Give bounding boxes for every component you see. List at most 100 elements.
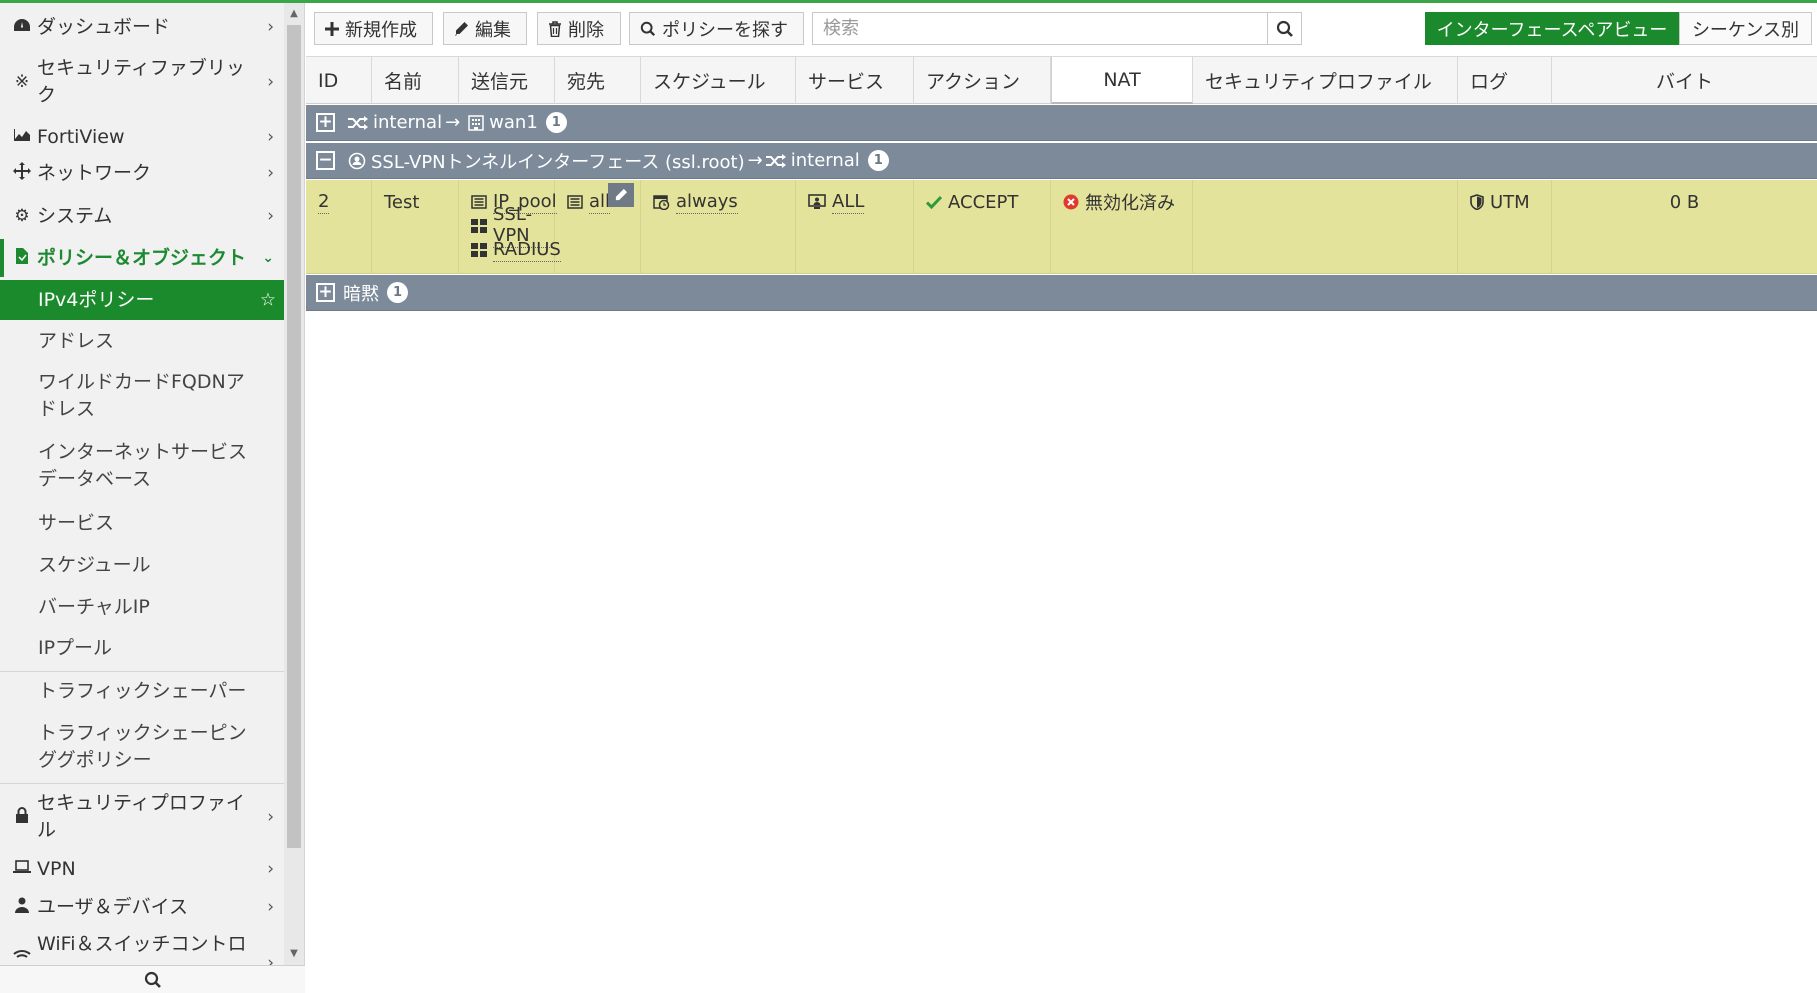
sidebar-item-system[interactable]: ⚙ システム › <box>0 200 284 232</box>
policy-group-sslvpn-internal[interactable]: − SSL-VPNトンネルインターフェース (ssl.root) → inter… <box>306 143 1817 179</box>
sidebar-subitem-address[interactable]: アドレス <box>0 323 284 359</box>
service-icon <box>808 194 826 210</box>
scroll-up-icon[interactable]: ▲ <box>284 5 304 23</box>
sidebar-item-wifi-switch[interactable]: WiFi＆スイッチコントロ › <box>0 931 284 965</box>
address-list-icon <box>567 195 583 209</box>
policy-id[interactable]: 2 <box>318 191 330 214</box>
destination-address[interactable]: all <box>589 191 611 214</box>
user-group-icon <box>471 219 487 233</box>
cell-name: Test <box>372 180 459 274</box>
scrollbar-thumb[interactable] <box>287 25 301 848</box>
sidebar-item-vpn[interactable]: VPN › <box>0 853 284 885</box>
arrow-right-icon: → <box>445 112 461 133</box>
search-input[interactable] <box>813 13 1269 44</box>
column-header-log[interactable]: ログ <box>1458 57 1552 104</box>
sidebar-subitem-label: アドレス <box>38 329 115 352</box>
column-header-bytes[interactable]: バイト <box>1552 57 1817 104</box>
service-value[interactable]: ALL <box>832 191 865 214</box>
sidebar-subitem-traffic-shaping-policy[interactable]: トラフィックシェーピンググポリシー <box>0 716 284 778</box>
sidebar-subitem-schedule[interactable]: スケジュール <box>0 547 284 583</box>
sidebar-item-label: ダッシュボード <box>37 15 171 38</box>
sidebar-subitem-traffic-shaper[interactable]: トラフィックシェーパー <box>0 673 284 709</box>
lock-icon <box>7 806 37 828</box>
nat-value: 無効化済み <box>1085 193 1175 214</box>
sidebar-subitem-internet-service-db[interactable]: インターネットサービスデータベース <box>0 435 284 497</box>
sidebar-divider <box>0 783 284 784</box>
sidebar-subitem-label: バーチャルIP <box>38 595 150 618</box>
group-to: internal <box>790 150 860 171</box>
source-group[interactable]: RADIUS <box>493 239 561 262</box>
table-row[interactable]: 2 Test IP_pool SSL-VPN RADIUS all always… <box>306 180 1817 274</box>
laptop-icon <box>7 859 37 879</box>
column-header-security-profiles[interactable]: セキュリティプロファイル <box>1193 57 1458 104</box>
search-icon <box>1276 20 1293 37</box>
cell-source: IP_pool SSL-VPN RADIUS <box>459 180 561 274</box>
log-value: UTM <box>1490 191 1530 213</box>
sidebar-subitem-wildcard-fqdn[interactable]: ワイルドカードFQDNアドレス <box>0 365 284 427</box>
sidebar-scrollbar[interactable]: ▲ ▼ <box>284 3 304 965</box>
edit-button[interactable]: 編集 <box>443 12 527 45</box>
sidebar-item-user-device[interactable]: ユーザ＆デバイス › <box>0 891 284 923</box>
interface-pair-view-button[interactable]: インターフェースペアビュー <box>1425 12 1679 45</box>
group-to: wan1 <box>489 112 538 133</box>
sidebar-subitem-service[interactable]: サービス <box>0 505 284 541</box>
sidebar-item-policy-objects[interactable]: ポリシー＆オブジェクト ⌄ <box>0 239 284 277</box>
column-header-destination[interactable]: 宛先 <box>555 57 641 104</box>
sidebar-item-label: ポリシー＆オブジェクト <box>37 246 247 269</box>
expand-icon[interactable]: + <box>316 283 335 302</box>
calendar-clock-icon <box>653 194 670 210</box>
scroll-down-icon[interactable]: ▼ <box>284 945 304 963</box>
sidebar-subitem-label: トラフィックシェーピンググポリシー <box>38 722 247 771</box>
policy-icon <box>7 247 37 270</box>
search-submit-button[interactable] <box>1267 13 1301 44</box>
search-field <box>812 12 1302 45</box>
star-icon[interactable]: ☆ <box>260 287 276 314</box>
schedule-value[interactable]: always <box>676 191 738 214</box>
sidebar-search-button[interactable] <box>0 965 305 993</box>
sidebar-subitem-virtual-ip[interactable]: バーチャルIP <box>0 589 284 625</box>
group-from: SSL-VPNトンネルインターフェース (ssl.root) <box>371 151 745 173</box>
sidebar-nav: ダッシュボード › ※ セキュリティファブリック › FortiView › ネ… <box>0 3 284 965</box>
column-header-name[interactable]: 名前 <box>372 57 459 104</box>
group-label: 暗黙 <box>343 283 379 305</box>
pencil-icon <box>615 188 628 201</box>
column-header-nat[interactable]: NAT <box>1051 57 1193 104</box>
cell-schedule: always <box>641 180 796 274</box>
sidebar-item-security-profiles[interactable]: セキュリティプロファイル › <box>0 786 284 848</box>
sidebar-item-dashboard[interactable]: ダッシュボード › <box>0 11 284 43</box>
sidebar-item-network[interactable]: ネットワーク › <box>0 157 284 189</box>
sequence-view-button[interactable]: シーケンス別 <box>1679 12 1812 45</box>
sidebar-subitem-label: IPプール <box>38 636 113 659</box>
chevron-right-icon: › <box>267 17 274 37</box>
sidebar-item-security-fabric[interactable]: ※ セキュリティファブリック › <box>0 51 284 113</box>
column-header-action[interactable]: アクション <box>914 57 1051 104</box>
chevron-right-icon: › <box>267 163 274 183</box>
chevron-right-icon: › <box>267 897 274 917</box>
plus-icon <box>325 21 339 36</box>
find-policy-button[interactable]: ポリシーを探す <box>629 12 804 45</box>
search-icon <box>640 21 656 37</box>
find-policy-label: ポリシーを探す <box>662 19 788 41</box>
sidebar-subitem-ipv4-policy[interactable]: IPv4ポリシー ☆ <box>0 280 284 320</box>
delete-button[interactable]: 削除 <box>537 12 621 45</box>
sidebar-item-label: VPN <box>37 857 76 880</box>
column-header-schedule[interactable]: スケジュール <box>641 57 796 104</box>
collapse-icon[interactable]: − <box>316 151 335 170</box>
column-header-id[interactable]: ID <box>306 57 372 104</box>
column-header-source[interactable]: 送信元 <box>459 57 555 104</box>
cell-bytes: 0 B <box>1552 180 1817 274</box>
sidebar-subitem-ip-pool[interactable]: IPプール <box>0 630 284 666</box>
new-button[interactable]: 新規作成 <box>314 12 433 45</box>
policy-group-implicit[interactable]: + 暗黙 1 <box>306 275 1817 311</box>
cell-destination: all <box>555 180 641 274</box>
column-header-service[interactable]: サービス <box>796 57 914 104</box>
inline-edit-button[interactable] <box>608 183 634 207</box>
expand-icon[interactable]: + <box>316 113 335 132</box>
sidebar-subitem-label: スケジュール <box>38 553 151 576</box>
sidebar-item-label: WiFi＆スイッチコントロ <box>37 933 247 955</box>
policy-group-internal-wan1[interactable]: + internal → wan1 1 <box>306 105 1817 141</box>
sidebar-item-fortiview[interactable]: FortiView › <box>0 121 284 153</box>
chevron-right-icon: › <box>267 206 274 226</box>
pencil-icon <box>454 21 469 36</box>
chevron-right-icon: › <box>267 127 274 147</box>
